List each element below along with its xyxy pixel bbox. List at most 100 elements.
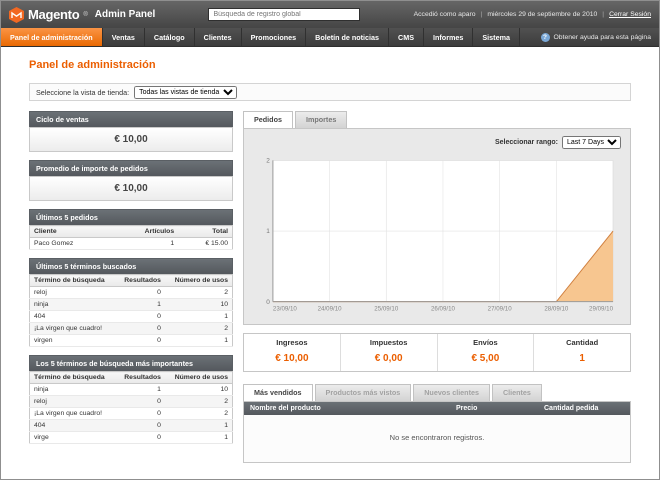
help-link-label: Obtener ayuda para esta página	[554, 34, 652, 41]
table-cell: 1	[165, 311, 233, 323]
stat-value: € 10,00	[275, 353, 308, 364]
products-table-header: Nombre del producto Precio Cantidad pedi…	[244, 402, 630, 415]
top-search-terms-title: Los 5 términos de búsqueda más important…	[29, 355, 233, 371]
table-cell: 1	[165, 432, 233, 444]
nav-catalogo[interactable]: Catálogo	[145, 28, 195, 46]
table-cell: 0	[116, 408, 165, 420]
table-cell: 0	[116, 287, 165, 299]
tab-productos-mas-vistos[interactable]: Productos más vistos	[315, 384, 412, 401]
svg-text:28/09/10: 28/09/10	[544, 306, 569, 313]
table-cell: ninja	[30, 384, 117, 396]
store-switcher: Seleccione la vista de tienda: Todas las…	[29, 83, 631, 101]
table-cell: ninja	[30, 299, 117, 311]
nav-promociones[interactable]: Promociones	[242, 28, 307, 46]
search-term-row[interactable]: reloj 0 2	[30, 396, 233, 408]
nav-clientes[interactable]: Clientes	[195, 28, 242, 46]
table-cell: 1	[113, 238, 178, 250]
dashboard-main-column: Pedidos Importes Seleccionar rango: Last…	[243, 111, 631, 463]
table-cell: 0	[116, 323, 165, 335]
registered-mark: ®	[83, 12, 87, 18]
search-term-row[interactable]: virgen 0 1	[30, 335, 233, 347]
separator: |	[481, 11, 483, 18]
content-area: Panel de administración Seleccione la vi…	[1, 47, 659, 480]
range-select[interactable]: Last 7 Days	[562, 136, 621, 149]
column-header: Cantidad pedida	[538, 402, 630, 415]
top-search-terms-panel: Los 5 términos de búsqueda más important…	[29, 355, 233, 444]
store-view-select[interactable]: Todas las vistas de tienda	[134, 86, 237, 99]
table-cell: 0	[116, 420, 165, 432]
totals-row: Ingresos € 10,00 Impuestos € 0,00 Envíos…	[243, 333, 631, 372]
dashboard-left-column: Ciclo de ventas € 10,00 Promedio de impo…	[29, 111, 233, 463]
table-cell: ¡La virgen que cuadro!	[30, 408, 117, 420]
global-search	[155, 8, 413, 21]
table-cell: 0	[116, 432, 165, 444]
stat-value: 1	[579, 353, 585, 364]
table-cell: 0	[116, 396, 165, 408]
main-navigation: Panel de administración Ventas Catálogo …	[1, 28, 659, 47]
chart-panel: Seleccionar rango: Last 7 Days 01223/09/…	[243, 128, 631, 325]
stat-value: € 0,00	[375, 353, 403, 364]
svg-text:27/09/10: 27/09/10	[488, 306, 513, 313]
table-cell: 2	[165, 287, 233, 299]
last-orders-title: Últimos 5 pedidos	[29, 209, 233, 225]
stat-cantidad: Cantidad 1	[534, 334, 630, 371]
order-row[interactable]: Paco Gomez 1 € 15.00	[30, 238, 233, 250]
search-term-row[interactable]: virge 0 1	[30, 432, 233, 444]
column-header: Cliente	[30, 226, 113, 238]
table-cell: 1	[165, 335, 233, 347]
magento-logo[interactable]: Magento® Admin Panel	[9, 7, 155, 23]
tab-clientes[interactable]: Clientes	[492, 384, 542, 401]
logout-link[interactable]: Cerrar Sesión	[609, 11, 651, 18]
table-cell: 2	[165, 396, 233, 408]
stat-impuestos: Impuestos € 0,00	[341, 334, 438, 371]
table-cell: reloj	[30, 396, 117, 408]
tab-nuevos-clientes[interactable]: Nuevos clientes	[413, 384, 490, 401]
header-user-info: Accedió como aparo | miércoles 29 de sep…	[414, 11, 651, 18]
svg-text:29/09/10: 29/09/10	[589, 306, 614, 313]
table-cell: 404	[30, 311, 117, 323]
nav-informes[interactable]: Informes	[424, 28, 473, 46]
chart-tabs: Pedidos Importes	[243, 111, 631, 128]
help-link[interactable]: ? Obtener ayuda para esta página	[541, 28, 660, 46]
table-cell: virgen	[30, 335, 117, 347]
last-search-terms-title: Últimos 5 términos buscados	[29, 258, 233, 274]
lifetime-sales-panel: Ciclo de ventas € 10,00	[29, 111, 233, 152]
search-term-row[interactable]: ¡La virgen que cuadro! 0 2	[30, 408, 233, 420]
search-term-row[interactable]: ninja 1 10	[30, 299, 233, 311]
tab-pedidos[interactable]: Pedidos	[243, 111, 293, 128]
page-title: Panel de administración	[29, 59, 631, 71]
search-term-row[interactable]: 404 0 1	[30, 420, 233, 432]
table-cell: virge	[30, 432, 117, 444]
nav-ventas[interactable]: Ventas	[103, 28, 145, 46]
column-header: Número de usos	[165, 275, 233, 287]
column-header: Término de búsqueda	[30, 275, 117, 287]
nav-boletin[interactable]: Boletín de noticias	[306, 28, 389, 46]
nav-sistema[interactable]: Sistema	[473, 28, 520, 46]
products-table: Nombre del producto Precio Cantidad pedi…	[243, 401, 631, 463]
svg-text:26/09/10: 26/09/10	[431, 306, 456, 313]
last-search-terms-panel: Últimos 5 términos buscados Término de b…	[29, 258, 233, 347]
nav-cms[interactable]: CMS	[389, 28, 424, 46]
lifetime-sales-title: Ciclo de ventas	[29, 111, 233, 127]
nav-panel-de-administracion[interactable]: Panel de administración	[1, 28, 103, 46]
average-orders-value: € 10,00	[29, 176, 233, 201]
lifetime-sales-value: € 10,00	[29, 127, 233, 152]
stat-ingresos: Ingresos € 10,00	[244, 334, 341, 371]
magento-logo-icon	[9, 7, 24, 23]
search-term-row[interactable]: 404 0 1	[30, 311, 233, 323]
range-selector: Seleccionar rango: Last 7 Days	[253, 136, 621, 149]
average-orders-title: Promedio de importe de pedidos	[29, 160, 233, 176]
search-term-row[interactable]: ¡La virgen que cuadro! 0 2	[30, 323, 233, 335]
store-view-label: Seleccione la vista de tienda:	[36, 88, 129, 97]
header-bar: Magento® Admin Panel Accedió como aparo …	[1, 1, 659, 28]
search-term-row[interactable]: reloj 0 2	[30, 287, 233, 299]
column-header: Resultados	[116, 372, 165, 384]
current-date: miércoles 29 de septiembre de 2010	[487, 11, 597, 18]
global-search-input[interactable]	[208, 8, 360, 21]
tab-mas-vendidos[interactable]: Más vendidos	[243, 384, 313, 401]
table-cell: 0	[116, 311, 165, 323]
search-term-row[interactable]: ninja 1 10	[30, 384, 233, 396]
tab-importes[interactable]: Importes	[295, 111, 347, 128]
average-orders-panel: Promedio de importe de pedidos € 10,00	[29, 160, 233, 201]
stat-label: Cantidad	[534, 338, 630, 347]
